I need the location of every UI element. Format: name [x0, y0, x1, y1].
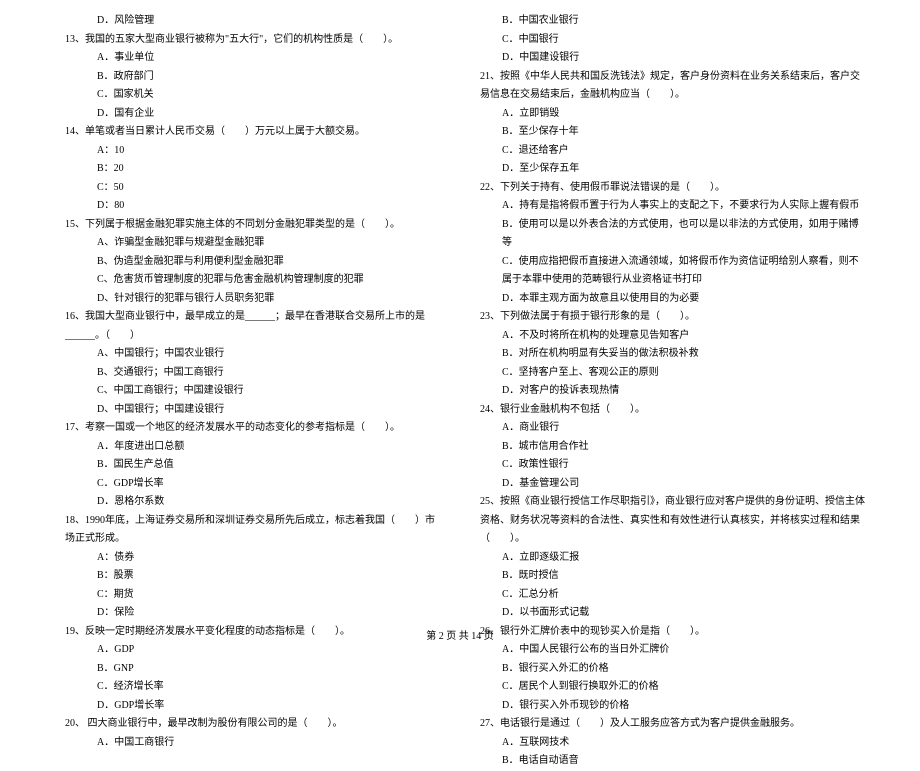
- option: A．中国人民银行公布的当日外汇牌价: [480, 641, 865, 660]
- option: B．国民生产总值: [55, 456, 440, 475]
- option: A、诈骗型金融犯罪与规避型金融犯罪: [55, 234, 440, 253]
- option: A．事业单位: [55, 49, 440, 68]
- option: B、交通银行；中国工商银行: [55, 364, 440, 383]
- option: C、危害货币管理制度的犯罪与危害金融机构管理制度的犯罪: [55, 271, 440, 290]
- option: A．持有是指将假币置于行为人事实上的支配之下，不要求行为人实际上握有假币: [480, 197, 865, 216]
- option: B．银行买入外汇的价格: [480, 660, 865, 679]
- option: C．使用应指把假币直接进入流通领域，如将假币作为资信证明给别人察看，则不属于本罪…: [480, 253, 865, 290]
- option: D：80: [55, 197, 440, 216]
- option: A：10: [55, 142, 440, 161]
- option: D．国有企业: [55, 105, 440, 124]
- option: D、中国银行；中国建设银行: [55, 401, 440, 420]
- option: C、中国工商银行；中国建设银行: [55, 382, 440, 401]
- right-column: B．中国农业银行 C．中国银行 D．中国建设银行 21、按照《中华人民共和国反洗…: [480, 12, 865, 610]
- option: C．中国银行: [480, 31, 865, 50]
- question: 25、按照《商业银行授信工作尽职指引》，商业银行应对客户提供的身份证明、授信主体…: [480, 493, 865, 549]
- option: A．不及时将所在机构的处理意见告知客户: [480, 327, 865, 346]
- question: 21、按照《中华人民共和国反洗钱法》规定，客户身份资料在业务关系结束后，客户交易…: [480, 68, 865, 105]
- option: C．国家机关: [55, 86, 440, 105]
- option: B．使用可以是以外表合法的方式使用，也可以是以非法的方式使用，如用于赌博等: [480, 216, 865, 253]
- option: C．居民个人到银行换取外汇的价格: [480, 678, 865, 697]
- option: D．GDP增长率: [55, 697, 440, 716]
- question: 27、电话银行是通过（ ）及人工服务应答方式为客户提供金融服务。: [480, 715, 865, 734]
- option: D．中国建设银行: [480, 49, 865, 68]
- option: C．GDP增长率: [55, 475, 440, 494]
- option: B、伪造型金融犯罪与利用便利型金融犯罪: [55, 253, 440, 272]
- option: D、针对银行的犯罪与银行人员职务犯罪: [55, 290, 440, 309]
- option: D：保险: [55, 604, 440, 623]
- option: B．GNP: [55, 660, 440, 679]
- option: C．退还给客户: [480, 142, 865, 161]
- content-columns: D．风险管理 13、我国的五家大型商业银行被称为"五大行"，它们的机构性质是（ …: [55, 12, 865, 610]
- question: 24、银行业金融机构不包括（ ）。: [480, 401, 865, 420]
- option: A．GDP: [55, 641, 440, 660]
- option: A．中国工商银行: [55, 734, 440, 753]
- question: 15、下列属于根据金融犯罪实施主体的不同划分金融犯罪类型的是（ ）。: [55, 216, 440, 235]
- option: D．至少保存五年: [480, 160, 865, 179]
- option: D．风险管理: [55, 12, 440, 31]
- option: A．互联网技术: [480, 734, 865, 753]
- question: 22、下列关于持有、使用假币罪说法错误的是（ ）。: [480, 179, 865, 198]
- question: 23、下列做法属于有损于银行形象的是（ ）。: [480, 308, 865, 327]
- option: A．商业银行: [480, 419, 865, 438]
- option: D．银行买入外币现钞的价格: [480, 697, 865, 716]
- option: D．以书面形式记载: [480, 604, 865, 623]
- question: 16、我国大型商业银行中，最早成立的是______；最早在香港联合交易所上市的是…: [55, 308, 440, 345]
- option: B．中国农业银行: [480, 12, 865, 31]
- option: A．年度进出口总额: [55, 438, 440, 457]
- option: D．本罪主观方面为故意且以使用目的为必要: [480, 290, 865, 309]
- option: C．汇总分析: [480, 586, 865, 605]
- option: B．既时授信: [480, 567, 865, 586]
- left-column: D．风险管理 13、我国的五家大型商业银行被称为"五大行"，它们的机构性质是（ …: [55, 12, 440, 610]
- option: A：债券: [55, 549, 440, 568]
- question: 14、单笔或者当日累计人民币交易（ ）万元以上属于大额交易。: [55, 123, 440, 142]
- option: B：股票: [55, 567, 440, 586]
- option: B．政府部门: [55, 68, 440, 87]
- option: B．城市信用合作社: [480, 438, 865, 457]
- question: 13、我国的五家大型商业银行被称为"五大行"，它们的机构性质是（ ）。: [55, 31, 440, 50]
- option: C：期货: [55, 586, 440, 605]
- page-footer: 第 2 页 共 14 页: [0, 627, 920, 642]
- option: D．对客户的投诉表现热情: [480, 382, 865, 401]
- option: A．立即销毁: [480, 105, 865, 124]
- option: B．电话自动语音: [480, 752, 865, 771]
- option: C：50: [55, 179, 440, 198]
- option: B．至少保存十年: [480, 123, 865, 142]
- question: 20、 四大商业银行中，最早改制为股份有限公司的是（ ）。: [55, 715, 440, 734]
- option: A．立即逐级汇报: [480, 549, 865, 568]
- option: A、中国银行；中国农业银行: [55, 345, 440, 364]
- question: 17、考察一国或一个地区的经济发展水平的动态变化的参考指标是（ ）。: [55, 419, 440, 438]
- option: B：20: [55, 160, 440, 179]
- question: 18、1990年底，上海证券交易所和深圳证券交易所先后成立，标志着我国（ ）市场…: [55, 512, 440, 549]
- option: C．政策性银行: [480, 456, 865, 475]
- option: C．经济增长率: [55, 678, 440, 697]
- option: C．坚持客户至上、客观公正的原则: [480, 364, 865, 383]
- option: D．基金管理公司: [480, 475, 865, 494]
- option: B．对所在机构明显有失妥当的做法积极补救: [480, 345, 865, 364]
- option: D．恩格尔系数: [55, 493, 440, 512]
